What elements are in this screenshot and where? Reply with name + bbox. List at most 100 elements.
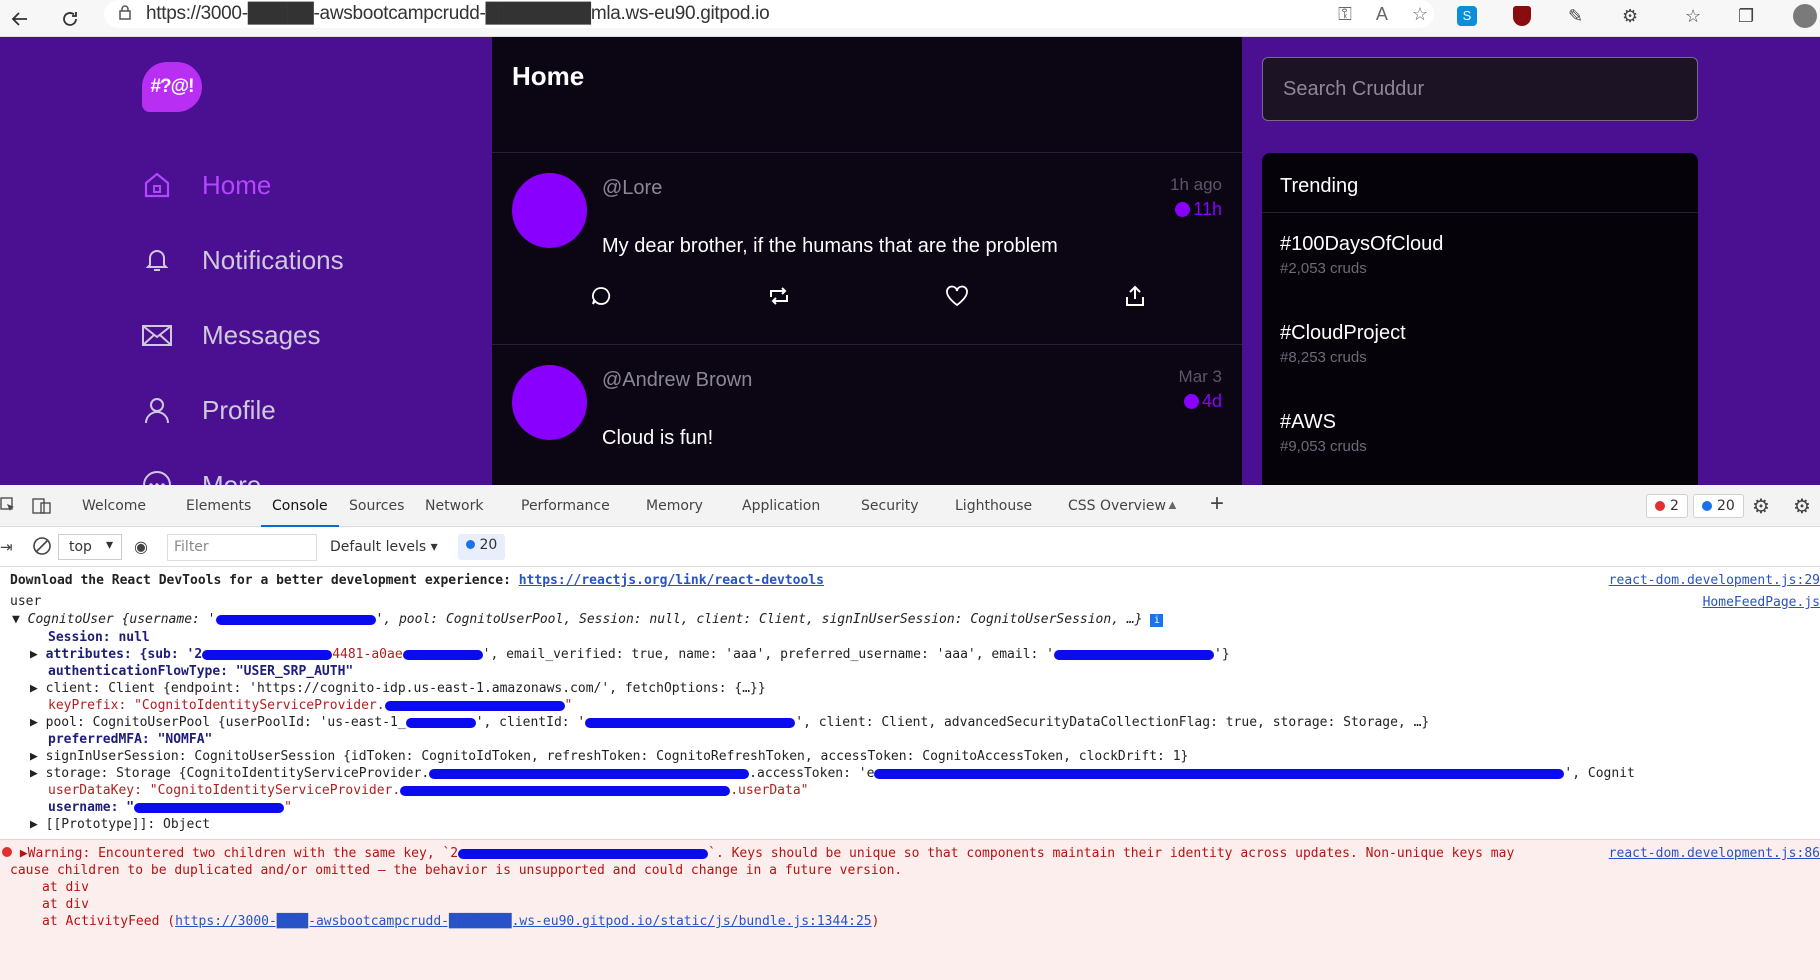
redaction xyxy=(202,649,333,660)
profile-avatar-icon[interactable] xyxy=(1793,2,1817,30)
skype-extension-icon[interactable]: S xyxy=(1457,2,1477,30)
redaction xyxy=(134,802,285,813)
share-icon[interactable] xyxy=(1122,283,1148,309)
activity-item[interactable]: @Lore 1h ago 11h My dear brother, if the… xyxy=(492,153,1242,345)
reply-icon[interactable] xyxy=(588,283,614,309)
issues-badge[interactable]: 20 xyxy=(458,534,506,560)
activity-actions xyxy=(588,283,1148,309)
avatar[interactable] xyxy=(512,173,587,248)
add-tab-icon[interactable]: + xyxy=(1210,490,1224,518)
sidebar-item-notifications[interactable]: Notifications xyxy=(140,238,344,282)
redaction xyxy=(1054,649,1215,660)
prop-prototype[interactable]: ▶ [[Prototype]]: Object xyxy=(30,815,210,835)
activity-handle[interactable]: @Andrew Brown xyxy=(602,369,752,392)
tab-lighthouse[interactable]: Lighthouse xyxy=(955,485,1032,527)
settings-gear-icon[interactable]: ⚙ xyxy=(1752,494,1770,519)
tab-css-overview[interactable]: CSS Overview xyxy=(1068,485,1166,527)
source-link[interactable]: HomeFeedPage.js xyxy=(1703,595,1820,610)
eye-icon[interactable]: ◉ xyxy=(134,537,148,556)
prop-text: ', email_verified: true, name: 'aaa', pr… xyxy=(482,647,1055,662)
back-button[interactable] xyxy=(0,0,40,37)
ublock-extension-icon[interactable] xyxy=(1513,2,1531,30)
url-text: https://3000-█████-awsbootcampcrudd-████… xyxy=(146,3,770,24)
key-icon[interactable]: ⚿ xyxy=(1338,4,1352,25)
issues-count: 20 xyxy=(479,537,498,553)
redaction xyxy=(400,785,731,796)
sidebar-item-profile[interactable]: Profile xyxy=(140,388,276,432)
tab-security[interactable]: Security xyxy=(861,485,919,527)
page-title: Home xyxy=(512,61,585,91)
favorite-icon[interactable]: ☆ xyxy=(1412,4,1428,25)
message-icon xyxy=(1702,501,1712,511)
bundle-link[interactable]: https://3000-████-awsbootcampcrudd-█████… xyxy=(175,914,872,929)
levels-dropdown[interactable]: Default levels ▾ xyxy=(330,539,438,555)
context-value: top xyxy=(69,539,92,555)
avatar[interactable] xyxy=(512,365,587,440)
source-link[interactable]: react-dom.development.js:86 xyxy=(1609,846,1820,861)
tab-memory[interactable]: Memory xyxy=(646,485,703,527)
clear-console-icon[interactable] xyxy=(32,536,52,560)
tab-performance[interactable]: Performance xyxy=(521,485,610,527)
sidebar-item-messages[interactable]: Messages xyxy=(140,313,321,357)
messages-badge[interactable]: 20 xyxy=(1693,494,1744,518)
info-icon: i xyxy=(1150,614,1164,627)
address-bar[interactable]: https://3000-█████-awsbootcampcrudd-████… xyxy=(104,0,1434,28)
search-input[interactable]: Search Cruddur xyxy=(1262,57,1698,121)
activity-feed: Home @Lore 1h ago 11h My dear brother, i… xyxy=(492,37,1242,485)
heart-icon[interactable] xyxy=(944,283,970,309)
trending-count: #9,053 cruds xyxy=(1280,438,1367,455)
sidebar-item-home[interactable]: Home xyxy=(140,163,271,207)
tab-console[interactable]: Console xyxy=(261,485,339,527)
repost-icon[interactable] xyxy=(766,283,792,309)
feed-header: Home xyxy=(492,37,1242,153)
trending-item[interactable]: #100DaysOfCloud #2,053 cruds xyxy=(1262,213,1698,302)
activity-handle[interactable]: @Lore xyxy=(602,177,662,200)
activity-message: Cloud is fun! xyxy=(602,427,714,449)
sidebar-item-label: Home xyxy=(202,169,272,200)
read-aloud-icon[interactable]: A xyxy=(1376,4,1388,25)
inspect-icon[interactable] xyxy=(0,497,16,517)
tab-sources[interactable]: Sources xyxy=(349,485,404,527)
back-arrow-icon xyxy=(11,11,27,26)
logo[interactable]: #?@! xyxy=(142,62,202,112)
prop-pool[interactable]: ▶ pool: CognitoUserPool {userPoolId: 'us… xyxy=(30,713,1429,733)
extension-icon[interactable]: ✎ xyxy=(1568,2,1583,30)
sidebar-item-more[interactable]: More xyxy=(140,463,261,485)
errors-badge[interactable]: 2 xyxy=(1646,494,1688,518)
react-devtools-link[interactable]: https://reactjs.org/link/react-devtools xyxy=(519,573,824,588)
device-toolbar-icon[interactable] xyxy=(32,497,52,519)
trending-item[interactable]: #CloudProject #8,253 cruds xyxy=(1262,302,1698,391)
source-link[interactable]: react-dom.development.js:29 xyxy=(1609,573,1820,588)
tab-network[interactable]: Network xyxy=(425,485,483,527)
activity-item[interactable]: @Andrew Brown Mar 3 4d Cloud is fun! xyxy=(492,345,1242,485)
redaction xyxy=(405,717,476,728)
filter-input[interactable]: Filter xyxy=(167,534,317,561)
tab-application[interactable]: Application xyxy=(742,485,820,527)
prop-text: [[Prototype]]: Object xyxy=(45,817,211,832)
prop-text: .accessToken: 'e xyxy=(749,766,875,781)
collections-icon[interactable]: ❐ xyxy=(1738,2,1754,30)
sidebar-toggle-icon[interactable]: ⇥ xyxy=(0,538,13,556)
expand-toggle-icon[interactable]: ▶ xyxy=(20,846,28,861)
prop-text: pool: CognitoUserPool {userPoolId: 'us-e… xyxy=(45,715,406,730)
levels-label: Default levels xyxy=(330,539,427,555)
tab-elements[interactable]: Elements xyxy=(186,485,251,527)
console-toolbar: ⇥ top ▾ ◉ Filter Default levels ▾ 20 xyxy=(0,527,1820,567)
favorites-icon[interactable]: ☆ xyxy=(1685,2,1701,30)
errors-count: 2 xyxy=(1670,498,1679,514)
puzzle-icon[interactable]: ⚙ xyxy=(1622,2,1638,30)
stack-text: at div xyxy=(42,897,89,912)
app-root: #?@! Home Notifications Messages Profile xyxy=(0,37,1820,485)
cognito-user-object[interactable]: ▼ CognitoUser {username: ' ', pool: Cogni… xyxy=(12,610,1164,630)
context-select[interactable]: top ▾ xyxy=(58,534,122,560)
chevron-down-icon: ▾ xyxy=(430,539,438,555)
customize-icon[interactable]: ⚙ xyxy=(1793,494,1811,519)
tab-welcome[interactable]: Welcome xyxy=(82,485,146,527)
redaction xyxy=(402,649,483,660)
refresh-button[interactable] xyxy=(50,0,90,37)
redaction xyxy=(458,848,709,859)
trending-title: Trending xyxy=(1262,153,1698,213)
expand-toggle-icon[interactable]: ▼ xyxy=(12,612,28,627)
trending-item[interactable]: #AWS #9,053 cruds xyxy=(1262,391,1698,480)
warning-icon xyxy=(2,847,12,857)
